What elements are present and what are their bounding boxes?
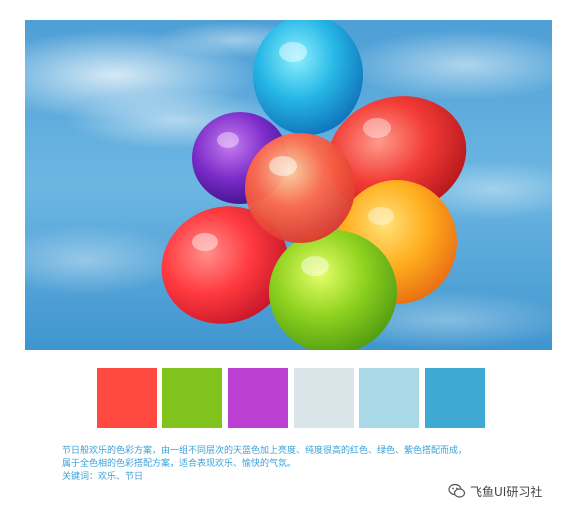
watermark: 飞鱼UI研习社 bbox=[448, 481, 542, 501]
caption-line-2: 属于全色相的色彩搭配方案，适合表现欢乐、愉快的气氛。 bbox=[62, 459, 297, 469]
balloon-cyan bbox=[253, 20, 363, 135]
swatch-green bbox=[162, 368, 222, 428]
balloon-illustration bbox=[25, 20, 552, 350]
page: 节日般欢乐的色彩方案，由一组不同层次的天蓝色加上亮度、纯度很高的红色、绿色、紫色… bbox=[0, 0, 580, 515]
balloon-photo bbox=[25, 20, 552, 350]
swatch-light-blue bbox=[359, 368, 419, 428]
wechat-icon bbox=[448, 482, 466, 500]
balloon-orange-red-center bbox=[245, 133, 355, 243]
swatch-red bbox=[97, 368, 157, 428]
color-palette bbox=[0, 368, 580, 428]
swatch-sky-blue bbox=[425, 368, 485, 428]
caption-text: 节日般欢乐的色彩方案，由一组不同层次的天蓝色加上亮度、纯度很高的红色、绿色、紫色… bbox=[62, 445, 532, 484]
watermark-text: 飞鱼UI研习社 bbox=[470, 484, 543, 499]
swatch-pale-gray bbox=[294, 368, 354, 428]
swatch-purple bbox=[228, 368, 288, 428]
balloon-green bbox=[269, 230, 397, 350]
caption-line-1: 节日般欢乐的色彩方案，由一组不同层次的天蓝色加上亮度、纯度很高的红色、绿色、紫色… bbox=[62, 446, 468, 456]
